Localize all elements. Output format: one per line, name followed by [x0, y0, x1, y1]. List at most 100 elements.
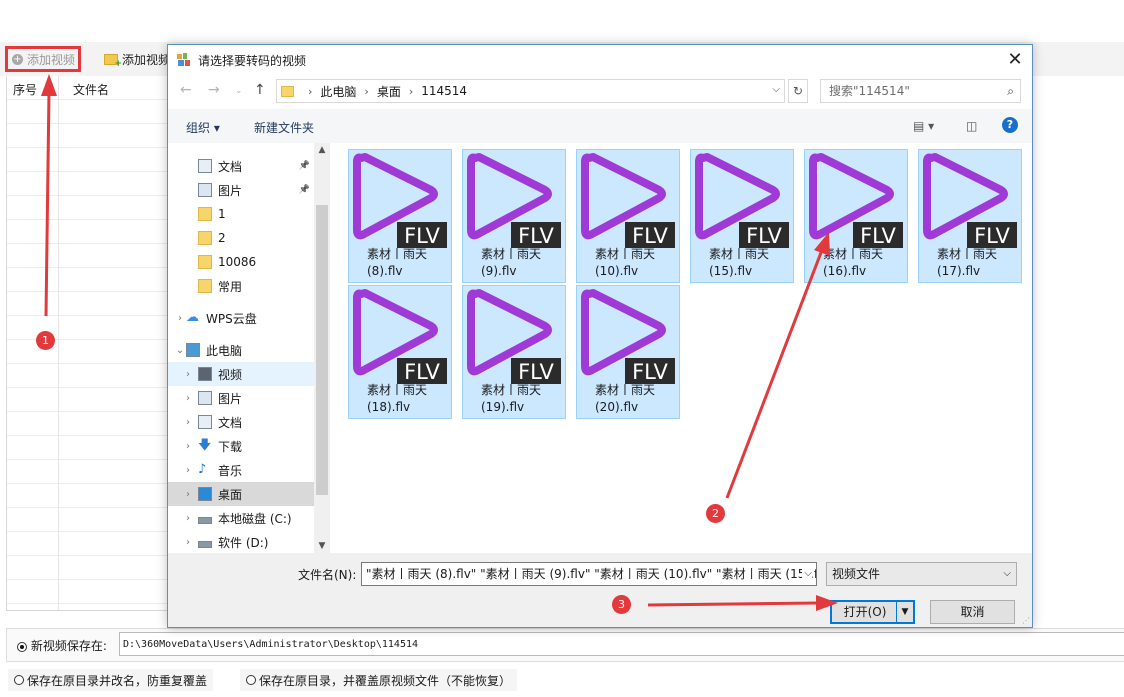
tree-expander-icon[interactable]: › [182, 513, 194, 524]
video-list-table[interactable] [6, 76, 170, 611]
tree-expander-icon[interactable]: › [182, 489, 194, 500]
open-dropdown-icon[interactable]: ▼ [896, 602, 913, 622]
scroll-up-icon[interactable]: ▲ [314, 145, 330, 155]
view-options-icon[interactable]: ▤ ▾ [913, 119, 934, 133]
chevron-down-icon[interactable]: ⌵ [772, 84, 780, 95]
file-name-line1: 素材丨雨天 [481, 383, 542, 397]
file-grid[interactable]: FLV 素材丨雨天 (8).flv FLV 素材丨雨天 (9).flv FLV 素材丨雨天 (1… [330, 143, 1032, 553]
new-folder-button[interactable]: 新建文件夹 [254, 119, 314, 136]
flv-badge-text: FLV [518, 224, 554, 248]
tree-item[interactable]: 2 [168, 226, 314, 250]
search-icon[interactable]: ⌕ [1007, 80, 1014, 102]
step-badge-2: 2 [706, 504, 725, 523]
tree-item-label: 桌面 [218, 487, 243, 502]
column-header-index[interactable]: 序号 [13, 81, 37, 98]
tree-item[interactable]: 10086 [168, 250, 314, 274]
scroll-down-icon[interactable]: ▼ [314, 541, 330, 551]
file-tile[interactable]: FLV 素材丨雨天 (9).flv [462, 149, 566, 283]
flv-badge-text: FLV [632, 360, 668, 384]
breadcrumb-this-pc[interactable]: 此电脑 [320, 83, 356, 100]
option-overwrite-radio[interactable]: 保存在原目录，并覆盖原视频文件（不能恢复） [240, 669, 518, 691]
chevron-down-icon[interactable]: ⌵ [802, 563, 812, 585]
organize-menu[interactable]: 组织 ▾ [186, 119, 220, 136]
tree-expander-icon[interactable]: › [182, 393, 194, 404]
resize-grip-icon[interactable]: ⋰ [1022, 616, 1030, 625]
chevron-down-icon[interactable]: ⌵ [1003, 563, 1011, 585]
open-button[interactable]: 打开(O) ▼ [830, 600, 915, 624]
tree-item[interactable]: ⌄ 此电脑 [168, 338, 314, 362]
forward-arrow-icon[interactable]: → [208, 82, 220, 98]
column-header-filename[interactable]: 文件名 [73, 81, 109, 98]
tree-expander-icon[interactable]: › [174, 313, 186, 324]
tree-item[interactable]: › ♪ 音乐 [168, 458, 314, 482]
chevron-right-icon[interactable]: › [308, 85, 312, 98]
filename-input[interactable]: "素材丨雨天 (8).flv" "素材丨雨天 (9).flv" "素材丨雨天 (… [361, 562, 817, 586]
file-name-line2: (19).flv [481, 400, 525, 414]
file-tile[interactable]: FLV 素材丨雨天 (19).flv [462, 285, 566, 419]
file-tile[interactable]: FLV 素材丨雨天 (18).flv [348, 285, 452, 419]
add-folder-button[interactable]: 添加视频 [104, 46, 170, 72]
tree-item[interactable]: › 🡇 下载 [168, 434, 314, 458]
up-arrow-icon[interactable]: ↑ [254, 82, 266, 98]
cancel-button[interactable]: 取消 [930, 600, 1015, 624]
file-name: 素材丨雨天 (9).flv [463, 246, 567, 280]
tree-expander-icon[interactable]: › [182, 465, 194, 476]
tree-expander-icon[interactable]: › [182, 417, 194, 428]
scroll-thumb[interactable] [316, 205, 328, 495]
folder-icon [198, 255, 212, 269]
option-rename-radio[interactable]: 保存在原目录并改名，防重复覆盖 [8, 669, 214, 691]
file-tile[interactable]: FLV 素材丨雨天 (8).flv [348, 149, 452, 283]
radio-unselected[interactable] [246, 675, 256, 685]
tree-item[interactable]: › 软件 (D:) [168, 530, 314, 553]
save-new-radio[interactable]: 新视频保存在: [17, 637, 107, 654]
tree-item[interactable]: › 视频 [168, 362, 314, 386]
close-icon[interactable]: ✕ [998, 45, 1032, 75]
file-tile[interactable]: FLV 素材丨雨天 (17).flv [918, 149, 1022, 283]
radio-selected[interactable] [17, 641, 27, 652]
navigation-tree[interactable]: 文档 📌 图片 📌 1 2 10086 常用 › ☁ WPS云盘 ⌄ 此电脑 › 视频 › 图片 › 文档 › 🡇 下载 ›… [168, 143, 330, 553]
save-path-input[interactable]: D:\360MoveData\Users\Administrator\Deskt… [119, 632, 1124, 656]
address-bar[interactable]: › 此电脑 › 桌面 › 114514 ⌵ [276, 79, 785, 103]
file-tile[interactable]: FLV 素材丨雨天 (15).flv [690, 149, 794, 283]
file-tile[interactable]: FLV 素材丨雨天 (20).flv [576, 285, 680, 419]
tree-item[interactable]: › 桌面 [168, 482, 314, 506]
file-tile[interactable]: FLV 素材丨雨天 (10).flv [576, 149, 680, 283]
flv-file-icon: FLV [923, 153, 1017, 248]
tree-item[interactable]: › ☁ WPS云盘 [168, 306, 314, 330]
radio-unselected[interactable] [14, 675, 24, 685]
flv-badge-text: FLV [632, 224, 668, 248]
tree-item[interactable]: 图片 📌 [168, 178, 314, 202]
recent-dropdown-icon[interactable]: ⌄ [235, 86, 243, 96]
chevron-right-icon[interactable]: › [409, 85, 413, 98]
refresh-icon[interactable]: ↻ [788, 79, 808, 103]
add-video-button[interactable]: + 添加视频 [5, 46, 81, 72]
breadcrumb-current[interactable]: 114514 [421, 84, 467, 98]
tree-item[interactable]: › 图片 [168, 386, 314, 410]
tree-item[interactable]: › 文档 [168, 410, 314, 434]
file-tile[interactable]: FLV 素材丨雨天 (16).flv [804, 149, 908, 283]
back-arrow-icon[interactable]: ← [180, 82, 192, 98]
tree-expander-icon[interactable]: › [182, 537, 194, 548]
pin-icon[interactable]: 📌 [299, 185, 310, 195]
tree-expander-icon[interactable]: › [182, 441, 194, 452]
tree-item[interactable]: › 本地磁盘 (C:) [168, 506, 314, 530]
save-new-label: 新视频保存在: [30, 639, 107, 653]
add-folder-label: 添加视频 [122, 52, 171, 67]
option-rename-label: 保存在原目录并改名，防重复覆盖 [27, 673, 208, 688]
preview-pane-icon[interactable]: ◫ [966, 119, 977, 133]
tree-expander-icon[interactable]: ⌄ [174, 345, 186, 356]
tree-item[interactable]: 常用 [168, 274, 314, 298]
tree-expander-icon[interactable]: › [182, 369, 194, 380]
breadcrumb-desktop[interactable]: 桌面 [377, 83, 401, 100]
tree-item[interactable]: 1 [168, 202, 314, 226]
filetype-select[interactable]: 视频文件 ⌵ [826, 562, 1017, 586]
tree-item-label: 下载 [218, 439, 243, 454]
search-input[interactable]: 搜索"114514" ⌕ [820, 79, 1021, 103]
picture-icon [198, 391, 212, 405]
pin-icon[interactable]: 📌 [299, 161, 310, 171]
tree-scrollbar[interactable]: ▲ ▼ [314, 143, 330, 553]
help-icon[interactable]: ? [1002, 117, 1018, 133]
chevron-right-icon[interactable]: › [364, 85, 368, 98]
tree-item[interactable]: 文档 📌 [168, 154, 314, 178]
file-name-line2: (15).flv [709, 264, 753, 278]
